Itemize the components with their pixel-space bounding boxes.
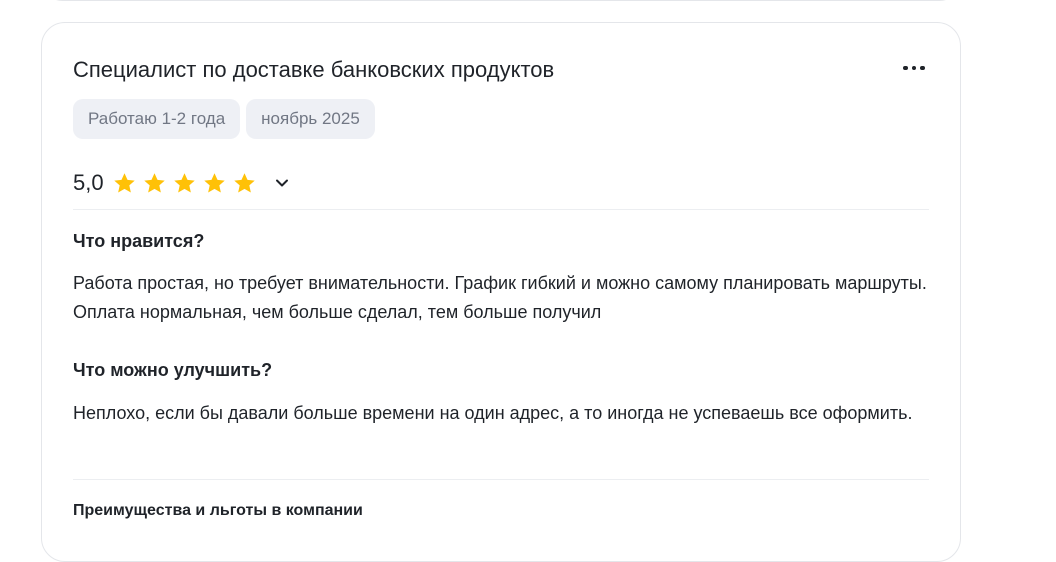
rating-value: 5,0	[73, 170, 104, 195]
date-tag: ноябрь 2025	[246, 99, 375, 139]
improve-text: Неплохо, если бы давали больше времени н…	[73, 403, 913, 423]
star-icon	[143, 172, 165, 192]
dot	[911, 65, 917, 71]
review-tags: Работаю 1-2 года ноябрь 2025	[73, 99, 375, 139]
review-title: Специалист по доставке банковских продук…	[73, 57, 555, 82]
star-icon	[233, 172, 255, 192]
rating-stars	[112, 171, 257, 196]
more-options-icon[interactable]	[897, 53, 931, 83]
star-icon	[203, 172, 225, 192]
divider	[73, 209, 929, 210]
divider	[73, 479, 929, 480]
rating-row: 5,0	[73, 167, 291, 199]
dot	[920, 65, 925, 71]
likes-text: Работа простая, но требует внимательност…	[73, 273, 927, 322]
chevron-down-icon[interactable]	[273, 174, 291, 192]
star-icon	[113, 172, 135, 192]
dot	[903, 65, 908, 71]
review-card: Специалист по доставке банковских продук…	[41, 22, 961, 562]
star-icon	[173, 172, 195, 192]
experience-tag: Работаю 1-2 года	[73, 99, 241, 139]
likes-title: Что нравится?	[73, 231, 205, 251]
benefits-title: Преимущества и льготы в компании	[73, 502, 363, 519]
previous-review-card	[42, 0, 960, 1]
improve-title: Что можно улучшить?	[73, 360, 273, 380]
